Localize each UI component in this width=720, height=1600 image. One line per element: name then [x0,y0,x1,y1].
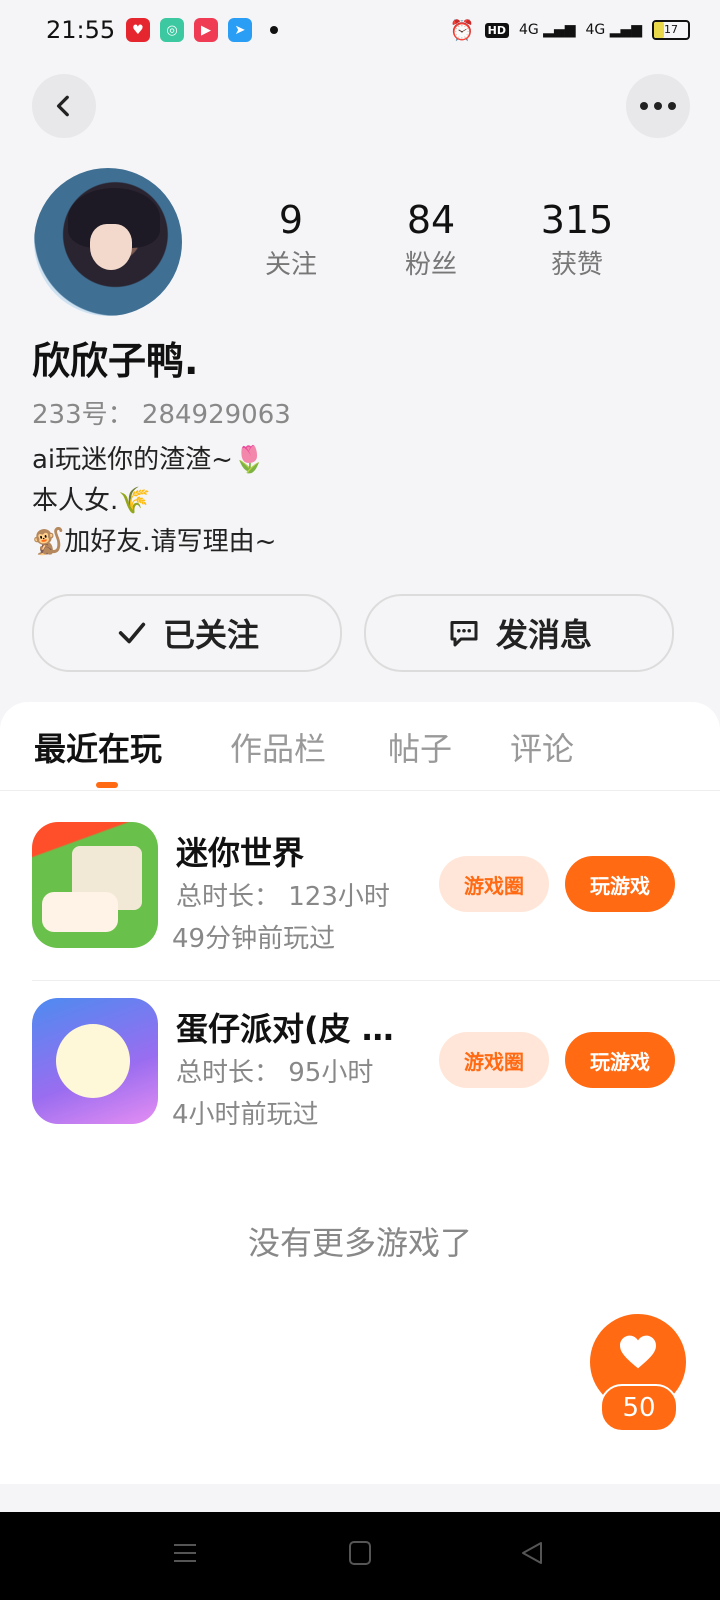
game-last-played: 4小时前玩过 [172,1100,319,1130]
alarm-icon: ⏰ [449,18,475,42]
tab-bar: 最近在玩 作品栏 帖子 评论 [0,702,720,791]
back-button[interactable] [32,74,96,138]
menu-icon[interactable] [172,1540,198,1566]
check-icon [118,622,146,644]
game-playtime: 总时长： 95小时 [176,1058,374,1088]
app-notification-icon: ◎ [160,18,184,42]
play-game-button[interactable]: 玩游戏 [565,856,675,912]
play-game-button[interactable]: 玩游戏 [565,1032,675,1088]
chat-bubble-icon [450,621,478,647]
hd-icon: HD [484,22,509,38]
following-label: 关注 [264,250,317,280]
message-button[interactable]: 发消息 [364,594,674,672]
user-id-value: 284929063 [141,400,291,430]
likes-count: 315 [540,198,614,242]
follow-button[interactable]: 已关注 [32,594,342,672]
more-notifications-icon [270,26,278,34]
avatar[interactable] [34,168,182,316]
signal-icon: 4G ▂▄▆ [518,22,576,38]
like-count-badge: 50 [600,1384,678,1432]
tab-posts[interactable]: 帖子 [388,724,452,770]
followers-stat[interactable]: 84 粉丝 [376,198,486,281]
back-icon[interactable] [520,1540,544,1566]
no-more-games-text: 没有更多游戏了 [247,1224,472,1262]
bio-line: 本人女.🌾 [32,486,151,516]
chevron-left-icon [56,95,69,117]
bio: ai玩迷你的渣渣~🌷 本人女.🌾 🐒加好友.请写理由~ [32,440,276,563]
status-indicators: ⏰ HD 4G ▂▄▆ 4G ▂▄▆ 17 [450,18,690,42]
following-count: 9 [278,198,304,242]
game-name: 蛋仔派对(皮 … [176,1010,394,1048]
tab-comments[interactable]: 评论 [510,724,574,770]
followers-label: 粉丝 [404,250,457,280]
game-playtime: 总时长： 123小时 [176,882,390,912]
tab-works[interactable]: 作品栏 [230,724,326,770]
bio-line: 🐒加好友.请写理由~ [32,527,277,557]
message-label: 发消息 [495,616,592,654]
game-circle-button[interactable]: 游戏圈 [439,1032,549,1088]
app-notification-icon: ♥ [126,18,150,42]
likes-label: 获赞 [550,250,603,280]
heart-icon [620,1335,656,1369]
more-icon [640,102,676,110]
bio-line: ai玩迷你的渣渣~🌷 [32,445,266,475]
follow-label: 已关注 [162,616,259,654]
user-id: 233号： 284929063 [32,394,291,431]
likes-stat[interactable]: 315 获赞 [522,198,632,281]
home-icon[interactable] [348,1540,372,1566]
more-options-button[interactable] [626,74,690,138]
game-name: 迷你世界 [176,834,305,872]
user-id-label: 233号： [32,400,134,430]
tab-recently-played[interactable]: 最近在玩 [34,724,162,770]
send-app-icon: ➤ [228,18,252,42]
game-icon-mini-world[interactable] [32,822,158,948]
following-stat[interactable]: 9 关注 [236,198,346,281]
notification-icons: ♥ ◎ ▶ ➤ [126,18,278,42]
game-row[interactable]: 迷你世界 总时长： 123小时 49分钟前玩过 游戏圈 玩游戏 [32,806,720,981]
active-tab-indicator [96,782,118,788]
status-bar: 21:55 ♥ ◎ ▶ ➤ ⏰ HD 4G ▂▄▆ 4G ▂▄▆ 17 [0,0,720,64]
game-circle-button[interactable]: 游戏圈 [439,856,549,912]
game-icon-eggy-party[interactable] [32,998,158,1124]
status-time: 21:55 [46,16,116,44]
battery-icon: 17 [652,20,690,40]
video-app-icon: ▶ [194,18,218,42]
system-navigation-bar [0,1512,720,1600]
game-row[interactable]: 蛋仔派对(皮 … 总时长： 95小时 4小时前玩过 游戏圈 玩游戏 [32,982,720,1156]
followers-count: 84 [406,198,456,242]
nickname: 欣欣子鸭. [32,339,199,383]
signal-icon: 4G ▂▄▆ [585,22,642,38]
game-last-played: 49分钟前玩过 [172,924,336,954]
